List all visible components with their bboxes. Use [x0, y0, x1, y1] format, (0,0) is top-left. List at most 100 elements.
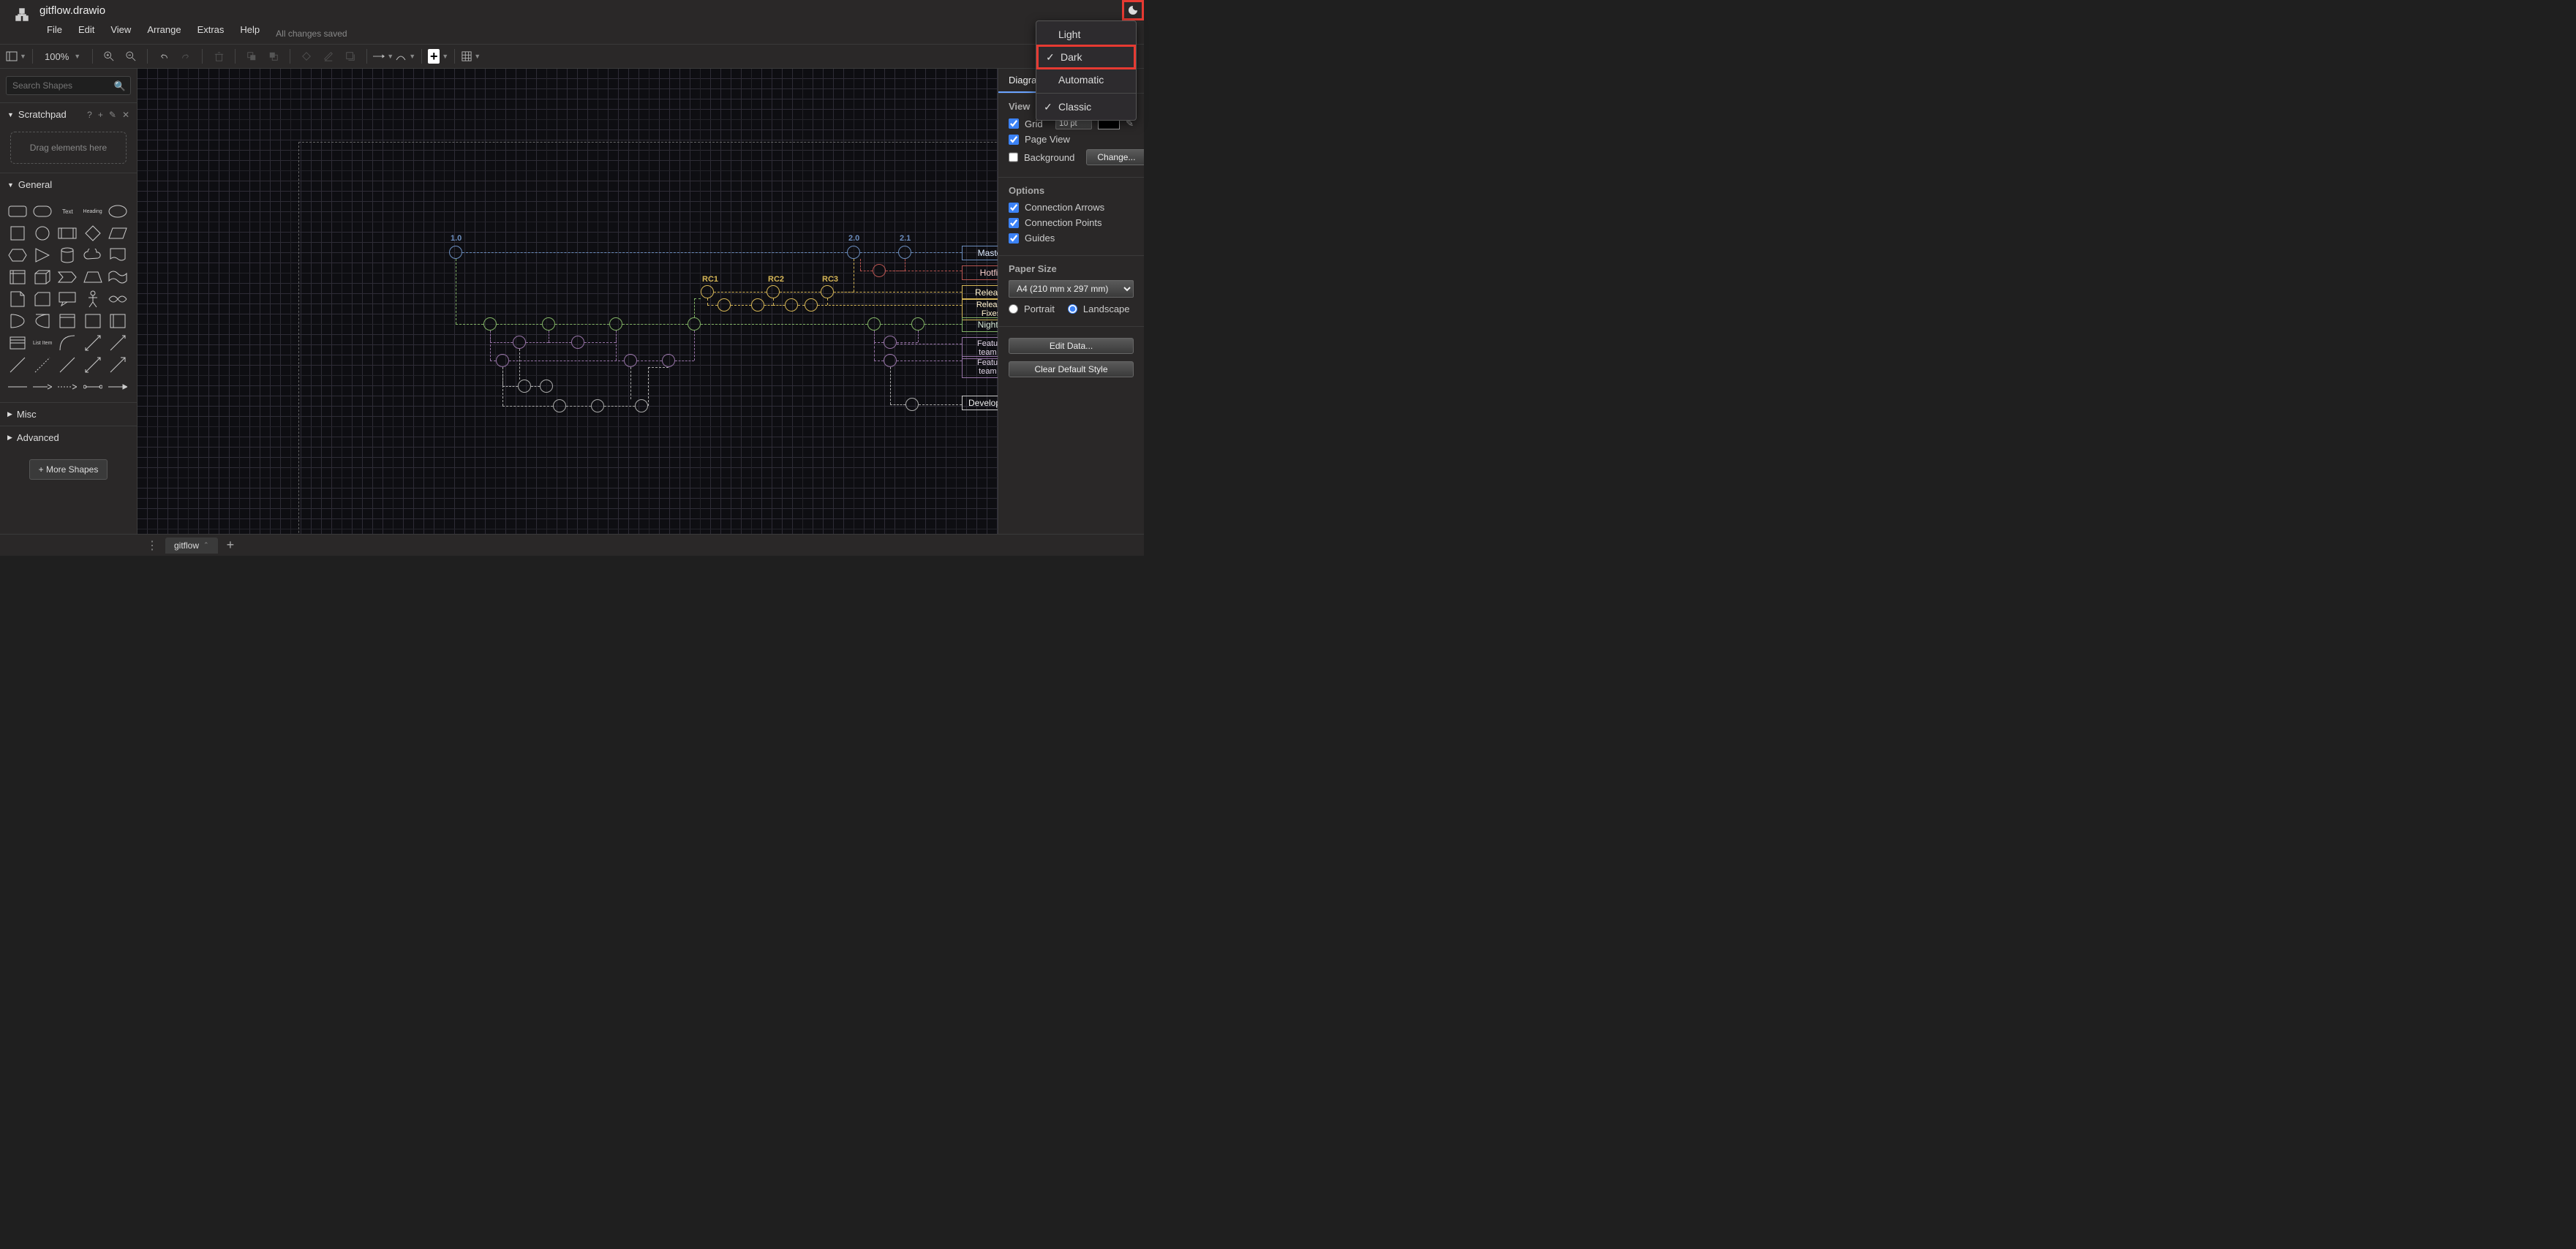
node-rc1[interactable] — [701, 285, 714, 298]
zoom-out-button[interactable] — [121, 46, 141, 67]
shape-line[interactable] — [6, 354, 29, 376]
node-rc2[interactable] — [767, 285, 780, 298]
menu-help[interactable]: Help — [233, 21, 267, 42]
menu-arrange[interactable]: Arrange — [140, 21, 188, 42]
shape-link5[interactable] — [106, 376, 129, 398]
node-relfix-3[interactable] — [785, 298, 798, 312]
shape-link1[interactable] — [6, 376, 29, 398]
theme-dark[interactable]: ✓Dark — [1036, 45, 1136, 69]
conn-points-checkbox[interactable] — [1009, 218, 1019, 228]
shape-actor[interactable] — [81, 288, 105, 310]
node-relfix-2[interactable] — [751, 298, 764, 312]
node-dev-2[interactable] — [540, 380, 553, 393]
node-dev-5[interactable] — [635, 399, 648, 412]
edit-icon[interactable]: ✎ — [109, 110, 116, 120]
theme-light[interactable]: Light — [1036, 24, 1136, 45]
node-hotfix[interactable] — [873, 264, 886, 277]
help-icon[interactable]: ? — [87, 110, 92, 120]
shape-step[interactable] — [56, 266, 79, 288]
shape-document[interactable] — [106, 244, 129, 266]
node-relfix-4[interactable] — [805, 298, 818, 312]
node-master-2[interactable] — [847, 246, 860, 259]
node-dev-1[interactable] — [518, 380, 531, 393]
node-f1-2[interactable] — [571, 336, 584, 349]
shape-rect-rounded2[interactable] — [31, 200, 54, 222]
shape-note[interactable] — [6, 288, 29, 310]
scratchpad-dropzone[interactable]: Drag elements here — [10, 132, 127, 164]
shape-cube[interactable] — [31, 266, 54, 288]
lane-development[interactable]: Development — [962, 396, 998, 410]
background-checkbox[interactable] — [1009, 152, 1018, 162]
shape-and[interactable] — [31, 310, 54, 332]
lane-nightly[interactable]: Nightly — [962, 317, 998, 332]
shape-internal-storage[interactable] — [6, 266, 29, 288]
node-nightly-3[interactable] — [609, 317, 622, 331]
advanced-panel-header[interactable]: ▶Advanced — [0, 426, 137, 449]
node-f2-2[interactable] — [624, 354, 637, 367]
node-dev-4[interactable] — [591, 399, 604, 412]
node-nightly-2[interactable] — [542, 317, 555, 331]
shape-arrow[interactable] — [106, 332, 129, 354]
table-button[interactable]: ▼ — [461, 46, 481, 67]
conn-arrows-checkbox[interactable] — [1009, 203, 1019, 213]
canvas[interactable]: Master Hotfix Release Release Fixes Nigh… — [138, 69, 998, 534]
menu-file[interactable]: File — [39, 21, 69, 42]
lane-hotfix[interactable]: Hotfix — [962, 265, 998, 280]
add-page-button[interactable]: + — [222, 537, 239, 553]
node-nightly-6[interactable] — [911, 317, 924, 331]
shape-rect-rounded[interactable] — [6, 200, 29, 222]
shape-link4[interactable] — [81, 376, 105, 398]
menu-extras[interactable]: Extras — [190, 21, 232, 42]
misc-panel-header[interactable]: ▶Misc — [0, 403, 137, 426]
node-f2-4[interactable] — [884, 354, 897, 367]
portrait-radio[interactable] — [1009, 304, 1018, 314]
node-rc3[interactable] — [821, 285, 834, 298]
more-shapes-button[interactable]: + More Shapes — [29, 459, 108, 480]
shape-dashed-line[interactable] — [31, 354, 54, 376]
theme-classic[interactable]: ✓Classic — [1036, 97, 1136, 117]
shadow-button[interactable] — [340, 46, 361, 67]
to-back-button[interactable] — [263, 46, 284, 67]
node-nightly-1[interactable] — [483, 317, 497, 331]
node-f1-1[interactable] — [513, 336, 526, 349]
edit-data-button[interactable]: Edit Data... — [1009, 338, 1134, 354]
shape-parallelogram[interactable] — [106, 222, 129, 244]
shape-list[interactable] — [6, 332, 29, 354]
shape-card[interactable] — [31, 288, 54, 310]
shape-hcontainer[interactable] — [106, 310, 129, 332]
menu-view[interactable]: View — [103, 21, 138, 42]
shape-text[interactable]: Text — [56, 200, 79, 222]
connection-button[interactable]: ▼ — [373, 46, 393, 67]
shape-callout[interactable] — [56, 288, 79, 310]
page-tab-gitflow[interactable]: gitflow⌃ — [165, 537, 218, 554]
node-master-1[interactable] — [449, 246, 462, 259]
node-nightly-4[interactable] — [688, 317, 701, 331]
search-input[interactable] — [6, 76, 131, 95]
shape-diamond[interactable] — [81, 222, 105, 244]
shape-link3[interactable] — [56, 376, 79, 398]
node-nightly-5[interactable] — [867, 317, 881, 331]
pageview-checkbox[interactable] — [1009, 135, 1019, 145]
node-relfix-1[interactable] — [718, 298, 731, 312]
node-dev-3[interactable] — [553, 399, 566, 412]
insert-button[interactable]: +▼ — [428, 46, 448, 67]
node-f1-3[interactable] — [884, 336, 897, 349]
redo-button[interactable] — [176, 46, 196, 67]
theme-automatic[interactable]: Automatic — [1036, 69, 1136, 90]
theme-toggle-button[interactable] — [1122, 0, 1144, 20]
sidebar-toggle-button[interactable]: ▼ — [6, 46, 26, 67]
clear-style-button[interactable]: Clear Default Style — [1009, 361, 1134, 377]
node-master-3[interactable] — [898, 246, 911, 259]
delete-button[interactable] — [208, 46, 229, 67]
shape-curve[interactable] — [56, 332, 79, 354]
shape-triangle[interactable] — [31, 244, 54, 266]
change-bg-button[interactable]: Change... — [1086, 149, 1144, 165]
shape-line2[interactable] — [56, 354, 79, 376]
line-color-button[interactable] — [318, 46, 339, 67]
zoom-level[interactable]: 100%▼ — [39, 51, 86, 62]
undo-button[interactable] — [154, 46, 174, 67]
shape-ellipse[interactable] — [106, 200, 129, 222]
shape-tape[interactable] — [106, 266, 129, 288]
shape-bidir2[interactable] — [81, 354, 105, 376]
landscape-radio[interactable] — [1068, 304, 1077, 314]
